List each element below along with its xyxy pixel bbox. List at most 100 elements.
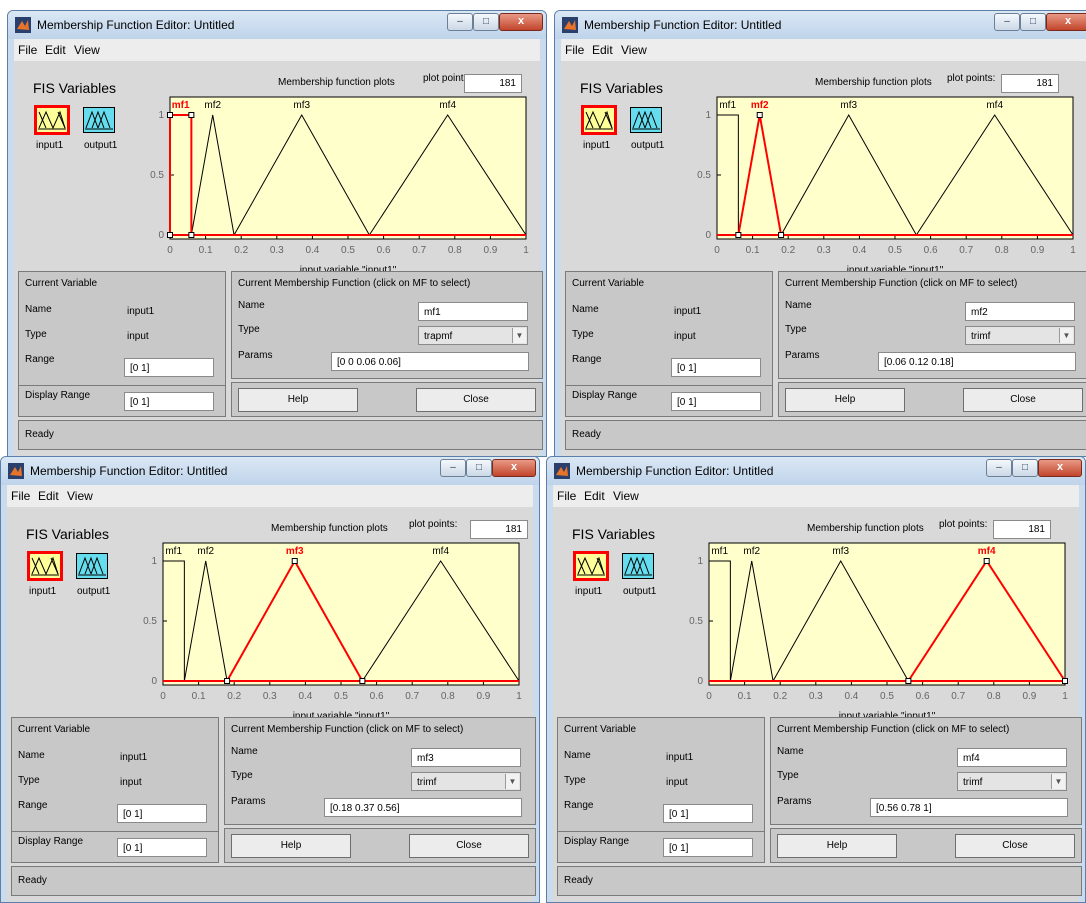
mf-label-mf2[interactable]: mf2: [204, 100, 221, 111]
display-range-field[interactable]: [0 1]: [124, 392, 214, 411]
display-range-field[interactable]: [0 1]: [663, 838, 753, 857]
mf-label-mf3[interactable]: mf3: [840, 100, 857, 111]
var-range-field[interactable]: [0 1]: [671, 358, 761, 377]
minimize-button[interactable]: –: [447, 13, 473, 31]
mf-vertex-handle[interactable]: [778, 232, 785, 238]
mf-label-mf4[interactable]: mf4: [432, 546, 449, 557]
plot-area[interactable]: [716, 96, 1074, 240]
mf-type-select[interactable]: trimf ▼: [965, 326, 1075, 345]
mf-vertex-handle[interactable]: [756, 112, 763, 118]
var-range-field[interactable]: [0 1]: [117, 804, 207, 823]
help-button[interactable]: Help: [777, 834, 897, 858]
mf-plot[interactable]: 0 0.5 1 0 0.1 0.2 0.3 0.4 0.5 0.6 0.7 0.8 0.9 1 mf1 m…: [113, 539, 537, 723]
mf-label-mf4[interactable]: mf4: [978, 546, 996, 557]
mf-plot[interactable]: 0 0.5 1 0 0.1 0.2 0.3 0.4 0.5 0.6 0.7 0.8 0.9 1 mf1 m…: [667, 93, 1086, 277]
menu-edit[interactable]: Edit: [45, 43, 66, 57]
menu-file[interactable]: File: [557, 489, 576, 503]
close-window-button[interactable]: x: [1038, 459, 1082, 477]
maximize-button[interactable]: □: [1020, 13, 1046, 31]
plot-points-input[interactable]: 181: [993, 520, 1051, 539]
input-variable-icon[interactable]: [581, 105, 617, 135]
title-bar[interactable]: Membership Function Editor: Untitled – □…: [1, 457, 539, 485]
plot-area[interactable]: [162, 542, 520, 686]
close-button[interactable]: Close: [409, 834, 529, 858]
mf-params-field[interactable]: [0.56 0.78 1]: [870, 798, 1068, 817]
input-variable-icon[interactable]: [34, 105, 70, 135]
title-bar[interactable]: Membership Function Editor: Untitled – □…: [555, 11, 1086, 39]
plot-points-input[interactable]: 181: [464, 74, 522, 93]
mf-label-mf2[interactable]: mf2: [197, 546, 214, 557]
close-button[interactable]: Close: [955, 834, 1075, 858]
var-range-field[interactable]: [0 1]: [663, 804, 753, 823]
mf-label-mf1[interactable]: mf1: [172, 100, 190, 111]
close-button[interactable]: Close: [416, 388, 536, 412]
close-button[interactable]: Close: [963, 388, 1083, 412]
plot-points-input[interactable]: 181: [470, 520, 528, 539]
mf-label-mf1[interactable]: mf1: [165, 546, 182, 557]
title-bar[interactable]: Membership Function Editor: Untitled – □…: [8, 11, 546, 39]
minimize-button[interactable]: –: [986, 459, 1012, 477]
maximize-button[interactable]: □: [466, 459, 492, 477]
mf-vertex-handle[interactable]: [905, 678, 912, 684]
mf-label-mf2[interactable]: mf2: [751, 100, 769, 111]
title-bar[interactable]: Membership Function Editor: Untitled – □…: [547, 457, 1085, 485]
mf-params-field[interactable]: [0.06 0.12 0.18]: [878, 352, 1076, 371]
input-variable-icon[interactable]: [573, 551, 609, 581]
mf-vertex-handle[interactable]: [735, 232, 742, 238]
mf-params-field[interactable]: [0 0 0.06 0.06]: [331, 352, 529, 371]
help-button[interactable]: Help: [238, 388, 358, 412]
maximize-button[interactable]: □: [1012, 459, 1038, 477]
plot-area[interactable]: [708, 542, 1066, 686]
menu-view[interactable]: View: [67, 489, 93, 503]
close-window-button[interactable]: x: [499, 13, 543, 31]
mf-plot[interactable]: 0 0.5 1 0 0.1 0.2 0.3 0.4 0.5 0.6 0.7 0.8 0.9 1 mf1 m…: [659, 539, 1083, 723]
plot-points-input[interactable]: 181: [1001, 74, 1059, 93]
output-variable-icon[interactable]: [622, 553, 654, 579]
menu-view[interactable]: View: [621, 43, 647, 57]
mf-label-mf4[interactable]: mf4: [986, 100, 1003, 111]
menu-file[interactable]: File: [18, 43, 37, 57]
menu-edit[interactable]: Edit: [38, 489, 59, 503]
maximize-button[interactable]: □: [473, 13, 499, 31]
minimize-button[interactable]: –: [440, 459, 466, 477]
output-variable-icon[interactable]: [83, 107, 115, 133]
help-button[interactable]: Help: [785, 388, 905, 412]
mf-vertex-handle[interactable]: [359, 678, 366, 684]
mf-label-mf3[interactable]: mf3: [832, 546, 849, 557]
mf-vertex-handle[interactable]: [167, 112, 173, 118]
input-variable-icon[interactable]: [27, 551, 63, 581]
mf-label-mf3[interactable]: mf3: [293, 100, 310, 111]
mf-label-mf4[interactable]: mf4: [439, 100, 456, 111]
mf-type-select[interactable]: trimf ▼: [957, 772, 1067, 791]
mf-label-mf1[interactable]: mf1: [719, 100, 736, 111]
mf-name-field[interactable]: mf2: [965, 302, 1075, 321]
chevron-down-icon[interactable]: ▼: [1059, 328, 1073, 343]
mf-name-field[interactable]: mf4: [957, 748, 1067, 767]
mf-type-select[interactable]: trimf ▼: [411, 772, 521, 791]
menu-edit[interactable]: Edit: [592, 43, 613, 57]
minimize-button[interactable]: –: [994, 13, 1020, 31]
menu-view[interactable]: View: [613, 489, 639, 503]
chevron-down-icon[interactable]: ▼: [1051, 774, 1065, 789]
menu-edit[interactable]: Edit: [584, 489, 605, 503]
plot-area[interactable]: [169, 96, 527, 240]
mf-name-field[interactable]: mf3: [411, 748, 521, 767]
mf-label-mf3[interactable]: mf3: [286, 546, 304, 557]
output-variable-icon[interactable]: [630, 107, 662, 133]
mf-name-field[interactable]: mf1: [418, 302, 528, 321]
mf-vertex-handle[interactable]: [167, 232, 173, 238]
var-range-field[interactable]: [0 1]: [124, 358, 214, 377]
help-button[interactable]: Help: [231, 834, 351, 858]
mf-vertex-handle[interactable]: [983, 558, 990, 564]
mf-type-select[interactable]: trapmf ▼: [418, 326, 528, 345]
mf-params-field[interactable]: [0.18 0.37 0.56]: [324, 798, 522, 817]
chevron-down-icon[interactable]: ▼: [505, 774, 519, 789]
display-range-field[interactable]: [0 1]: [671, 392, 761, 411]
menu-file[interactable]: File: [565, 43, 584, 57]
close-window-button[interactable]: x: [1046, 13, 1086, 31]
mf-label-mf2[interactable]: mf2: [743, 546, 760, 557]
mf-vertex-handle[interactable]: [224, 678, 231, 684]
menu-view[interactable]: View: [74, 43, 100, 57]
mf-plot[interactable]: 0 0.5 1 0 0.1 0.2 0.3 0.4 0.5 0.6 0.7 0.8 0.9 1 mf2 m…: [120, 93, 544, 277]
menu-file[interactable]: File: [11, 489, 30, 503]
